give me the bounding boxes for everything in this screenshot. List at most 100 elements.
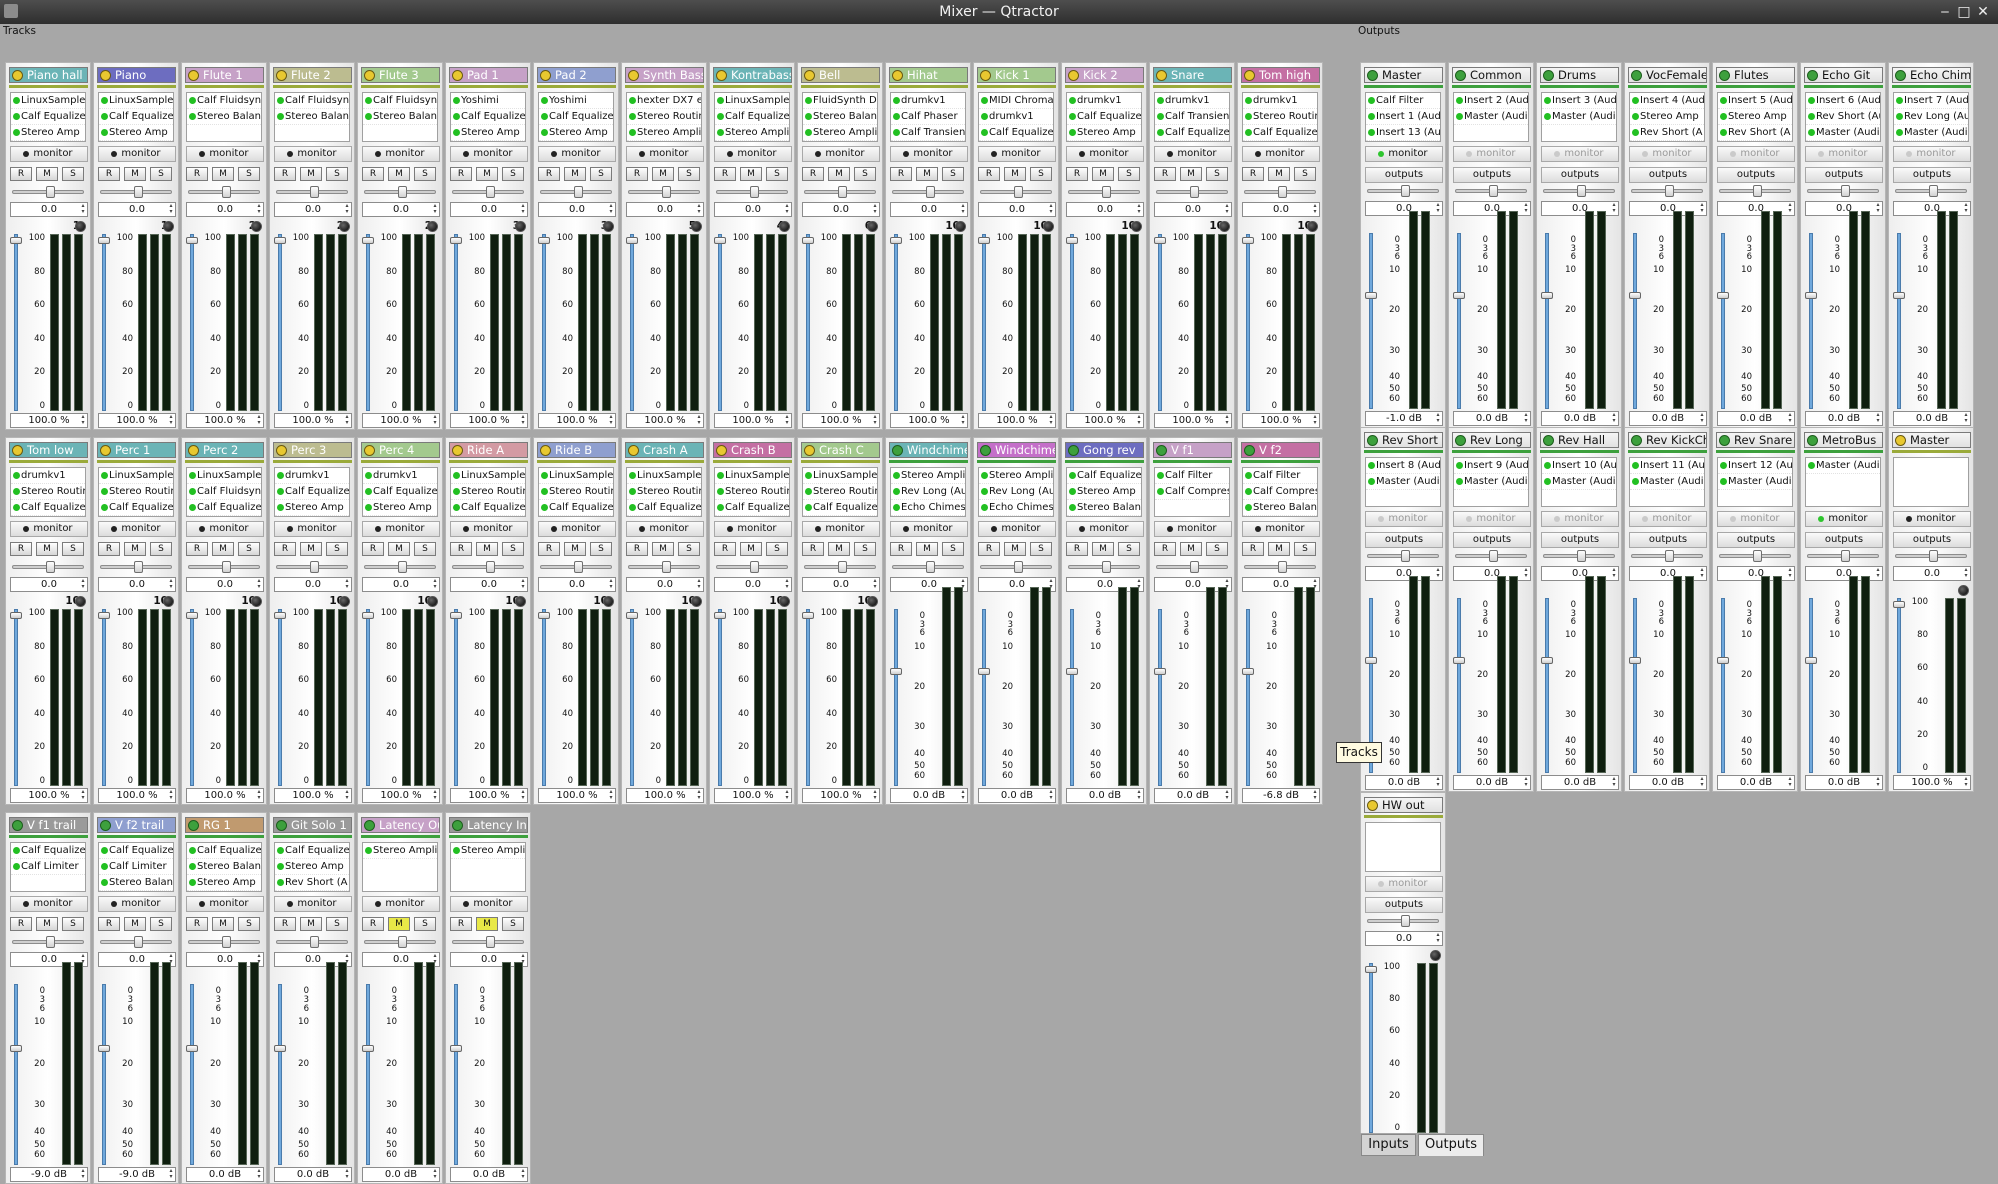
gain-spinbox[interactable]: 0.0 [274,577,352,592]
monitor-button[interactable]: monitor [450,896,528,912]
monitor-button[interactable]: monitor [1541,146,1619,162]
pan-handle[interactable] [134,561,143,573]
gain-spinbox[interactable]: 0.0 [802,202,880,217]
plugin-item[interactable]: Calf Fluidsynth [187,93,261,109]
plugin-list[interactable]: drumkv1Stereo RoutingCalf EqualizerCalf … [1242,92,1318,142]
strip-name-button[interactable]: Hihat [889,67,968,83]
volume-fader[interactable] [1893,598,1905,773]
pan-slider[interactable] [540,186,612,198]
volume-fader[interactable] [1453,233,1465,409]
pan-slider[interactable] [1068,561,1140,573]
monitor-button[interactable]: monitor [1242,521,1320,537]
gain-readout[interactable]: 100.0 % [98,788,176,803]
plugin-item[interactable]: Stereo Routing [539,484,613,500]
plugin-item[interactable]: Insert 6 (Audio) [1806,93,1880,109]
fader-handle[interactable] [1154,237,1166,244]
plugin-item[interactable]: Stereo Amp [11,125,85,141]
pan-handle[interactable] [398,936,407,948]
pan-handle[interactable] [398,561,407,573]
gain-spinbox[interactable]: 0.0 [1629,566,1707,581]
volume-fader[interactable] [98,984,110,1165]
pan-handle[interactable] [662,186,671,198]
monitor-button[interactable]: monitor [1066,146,1144,162]
plugin-list[interactable] [1893,457,1969,507]
strip-name-button[interactable]: Perc 4 [361,442,440,458]
pan-handle[interactable] [46,936,55,948]
monitor-button[interactable]: monitor [1365,876,1443,892]
gain-spinbox[interactable]: 0.0 [714,577,792,592]
strip-name-button[interactable]: Flute 3 [361,67,440,83]
pan-slider[interactable] [100,561,172,573]
plugin-item[interactable]: Insert 13 (Audio) [1366,125,1440,141]
gain-readout[interactable]: 100.0 % [538,413,616,428]
monitor-button[interactable]: monitor [362,521,440,537]
plugin-item[interactable]: LinuxSampler [99,468,173,484]
strip-name-button[interactable]: Synth Bass [625,67,704,83]
monitor-button[interactable]: monitor [890,521,968,537]
mute-button[interactable]: M [740,167,762,181]
mute-button[interactable]: M [1180,542,1202,556]
monitor-button[interactable]: monitor [1893,511,1971,527]
pan-slider[interactable] [1807,185,1879,197]
plugin-item[interactable]: LinuxSampler [187,468,261,484]
plugin-item[interactable]: Rev Short (A [187,891,261,892]
gain-spinbox[interactable]: 0.0 [10,202,88,217]
gain-readout[interactable]: 100.0 % [10,788,88,803]
monitor-button[interactable]: monitor [1066,521,1144,537]
strip-name-button[interactable]: Latency In [449,817,528,833]
fader-handle[interactable] [802,237,814,244]
fader-handle[interactable] [1717,657,1729,664]
plugin-item[interactable]: Stereo Amp [451,516,525,517]
fader-handle[interactable] [186,612,198,619]
mute-button[interactable]: M [740,542,762,556]
strip-name-button[interactable]: HW out [1364,797,1443,813]
mute-button[interactable]: M [652,167,674,181]
fader-handle[interactable] [1629,292,1641,299]
plugin-item[interactable]: Stereo Amp [979,141,1053,142]
outputs-button[interactable]: outputs [1453,167,1531,183]
volume-fader[interactable] [978,234,990,411]
plugin-list[interactable]: Calf FluidsynthStereo Balance [274,92,350,142]
solo-button[interactable]: S [942,542,964,556]
plugin-list[interactable]: drumkv1Calf TransientCalf EqualizerStere… [1154,92,1230,142]
plugin-item[interactable]: drumkv1 [1243,93,1317,109]
record-button[interactable]: R [186,542,208,556]
plugin-item[interactable]: Master (Audio) [1630,474,1704,490]
plugin-item[interactable]: Calf Compressor [1155,484,1229,500]
pan-slider[interactable] [1543,550,1615,562]
mute-button[interactable]: M [1268,542,1290,556]
pan-handle[interactable] [1929,550,1938,562]
volume-fader[interactable] [1893,233,1905,409]
solo-button[interactable]: S [1118,167,1140,181]
volume-fader[interactable] [626,609,638,786]
gain-readout[interactable]: 100.0 % [450,788,528,803]
monitor-button[interactable]: monitor [10,146,88,162]
solo-button[interactable]: S [1118,542,1140,556]
mute-button[interactable]: M [652,542,674,556]
fader-handle[interactable] [186,237,198,244]
solo-button[interactable]: S [414,167,436,181]
plugin-item[interactable]: Calf Equalizer [1243,125,1317,141]
gain-readout[interactable]: 100.0 % [186,413,264,428]
monitor-button[interactable]: monitor [1805,146,1883,162]
plugin-item[interactable]: Calf Fluidsynth [187,484,261,500]
plugin-item[interactable]: Stereo Amp [1067,484,1141,500]
fader-handle[interactable] [450,237,462,244]
pan-slider[interactable] [1631,550,1703,562]
fader-handle[interactable] [1365,966,1377,973]
mute-button[interactable]: M [476,542,498,556]
pan-slider[interactable] [716,561,788,573]
record-button[interactable]: R [802,542,824,556]
volume-fader[interactable] [714,609,726,786]
plugin-list[interactable]: LinuxSamplerCalf FluidsynthCalf Equalize… [186,467,262,517]
plugin-item[interactable]: Calf Equalizer [1155,125,1229,141]
gain-readout[interactable]: 100.0 % [10,413,88,428]
plugin-item[interactable]: drumkv1 [891,93,965,109]
mute-button[interactable]: M [36,917,58,931]
strip-name-button[interactable]: V f1 [1153,442,1232,458]
plugin-item[interactable]: LinuxSampler [715,468,789,484]
plugin-list[interactable]: drumkv1Calf EqualizerStereo AmpStereo Ba… [274,467,350,517]
record-button[interactable]: R [890,542,912,556]
monitor-button[interactable]: monitor [1629,146,1707,162]
gain-readout[interactable]: 0.0 dB [1717,775,1795,790]
